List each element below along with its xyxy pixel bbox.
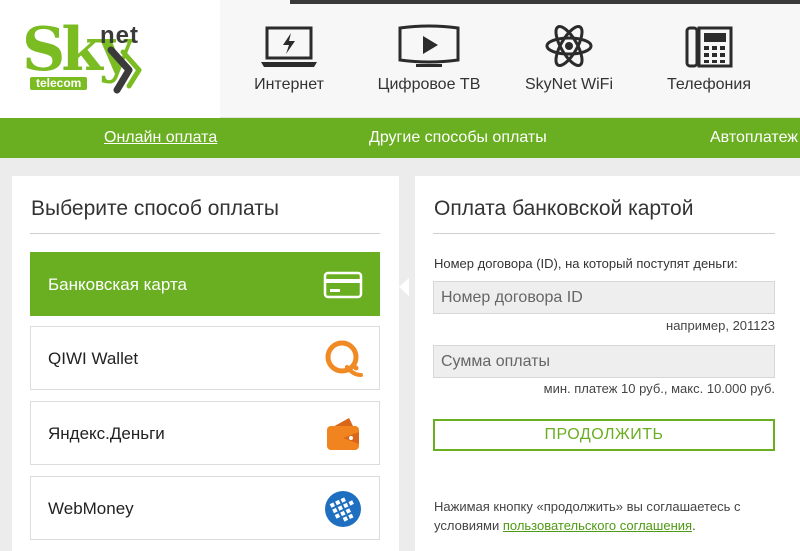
subnav-autopayment[interactable]: Автоплатеж [710,129,798,147]
payment-methods-panel: Выберите способ оплаты Банковская карта … [12,176,399,551]
nav-digital-tv[interactable]: Цифровое ТВ [369,22,489,102]
contract-label: Номер договора (ID), на который поступят… [434,256,738,271]
active-method-pointer [399,278,409,296]
laptop-bolt-icon [261,26,317,67]
method-bank-card[interactable]: Банковская карта [30,252,380,316]
method-yandex-money[interactable]: Яндекс.Деньги [30,401,380,465]
method-label: Яндекс.Деньги [48,424,165,443]
contract-hint: например, 201123 [666,318,775,333]
credit-card-icon [323,271,363,299]
logo-net-text: net [100,22,139,49]
method-label: WebMoney [48,499,134,518]
nav-label: SkyNet WiFi [525,76,613,93]
terms-note: Нажимая кнопку «продолжить» вы соглашает… [434,497,774,535]
continue-button[interactable]: ПРОДОЛЖИТЬ [433,419,775,451]
divider [30,233,380,234]
header-top-line [290,0,800,4]
yandex-money-icon [327,418,359,450]
nav-telephony[interactable]: Телефония [649,22,769,102]
nav-label: Интернет [254,76,324,93]
form-title: Оплата банковской картой [434,197,694,220]
logo-arrow-shape [190,0,220,118]
user-agreement-link[interactable]: пользовательского соглашения [503,518,692,533]
logo-telecom-text: telecom [30,77,88,90]
nav-label: Цифровое ТВ [377,76,481,93]
site-header: Sky net telecom Интернет Цифровое ТВ Sky… [0,0,800,118]
terms-end: . [692,518,696,533]
divider [433,233,775,234]
method-webmoney[interactable]: WebMoney [30,476,380,540]
methods-title: Выберите способ оплаты [31,197,279,220]
nav-internet[interactable]: Интернет [229,22,349,102]
tv-play-icon [398,24,460,67]
logo-swoosh-icon [107,46,142,94]
payment-subnav: Онлайн оплата Другие способы оплаты Авто… [0,118,800,158]
method-label: QIWI Wallet [48,349,139,368]
nav-skynet-wifi[interactable]: SkyNet WiFi [509,22,629,102]
wifi-atom-icon [545,25,593,67]
contract-id-input[interactable] [433,281,775,314]
amount-hint: мин. платеж 10 руб., макс. 10.000 руб. [543,381,775,396]
nav-label: Телефония [667,76,751,93]
method-qiwi[interactable]: QIWI Wallet [30,326,380,390]
qiwi-icon [325,340,363,377]
subnav-online-payment[interactable]: Онлайн оплата [104,129,217,147]
desk-phone-icon [685,26,733,68]
card-payment-form: Оплата банковской картой Номер договора … [415,176,800,551]
skynet-logo[interactable]: Sky net telecom [22,18,147,98]
webmoney-icon [325,491,361,527]
method-label: Банковская карта [48,275,188,294]
subnav-other-methods[interactable]: Другие способы оплаты [369,129,547,147]
amount-input[interactable] [433,345,775,378]
